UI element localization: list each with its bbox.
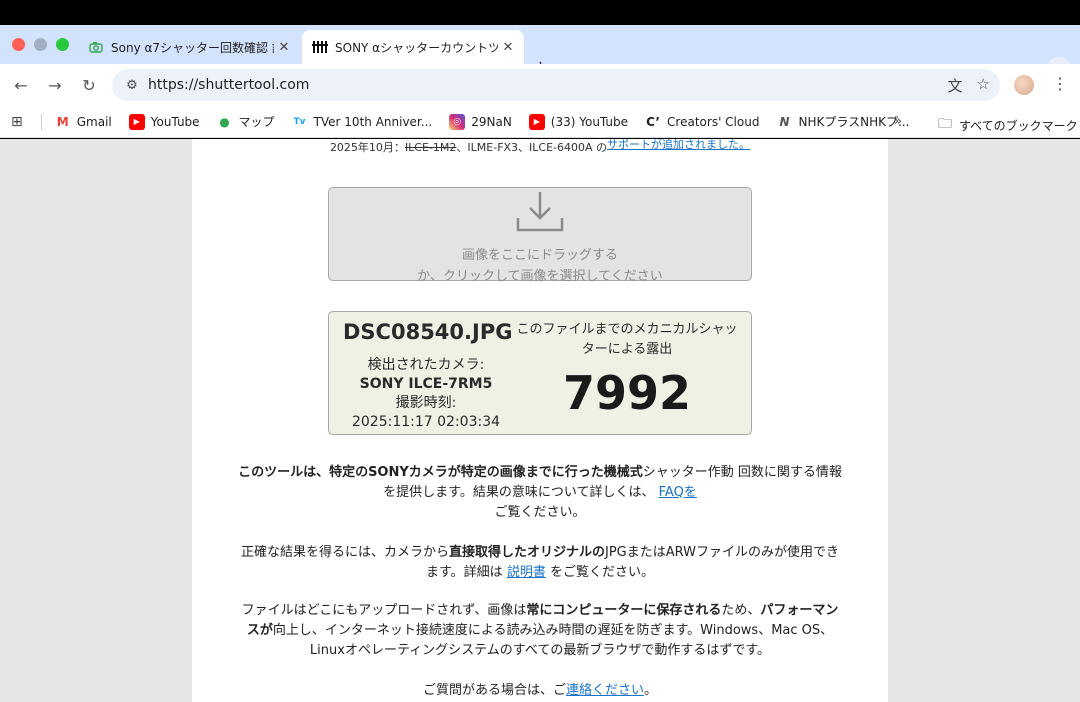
bookmark-gmail[interactable]: M Gmail <box>55 114 112 130</box>
profile-avatar[interactable] <box>1014 75 1034 95</box>
maps-icon: ● <box>219 114 230 129</box>
privacy-bold-1: 常にコンピューターに保存される <box>526 603 722 618</box>
close-window-button[interactable] <box>12 38 25 51</box>
tab-strip: Sony α7シャッター回数確認 調べ ✕ SONY αシャッターカウントツー … <box>0 25 1080 83</box>
bookmark-label: Creators' Cloud <box>667 114 760 129</box>
faq-link[interactable]: FAQを <box>659 485 697 500</box>
manual-link[interactable]: 説明書 <box>507 565 546 580</box>
screen-top-bar <box>0 0 1080 25</box>
dropzone-instruction-2: か、クリックして画像を選択してください <box>417 269 663 284</box>
forward-icon[interactable]: → <box>44 74 66 96</box>
update-notice: 2025年10月：ILCE-1M2、ILME-FX3、ILCE-6400A のサ… <box>192 139 888 155</box>
bookmark-29nan[interactable]: ◎ 29NaN <box>449 113 512 130</box>
gmail-icon: M <box>56 114 69 129</box>
bookmark-tver[interactable]: Tv TVer 10th Anniver... <box>292 114 433 130</box>
accuracy-paragraph: 正確な結果を得るには、カメラから直接取得したオリジナルのJPGまたはARWファイ… <box>236 543 844 583</box>
intro-bold: このツールは、特定のSONYカメラが特定の画像までに行った機械式 <box>238 465 643 480</box>
date-value: 2025:11:17 02:03:34 <box>351 414 501 430</box>
bookmark-nhk[interactable]: N NHKプラスNHKプ... <box>776 113 909 130</box>
apps-grid-icon[interactable]: ⊞ <box>11 114 23 130</box>
youtube-icon: ▶ <box>528 113 545 130</box>
notice-struck-model: ILCE-1M2 <box>404 141 457 154</box>
date-label: 撮影時刻: <box>395 395 457 411</box>
intro-tail: ご覧ください。 <box>494 505 586 520</box>
bookmark-label: YouTube <box>150 114 200 129</box>
translate-icon[interactable]: 文 <box>948 75 963 96</box>
tab-title: SONY αシャッターカウントツー <box>335 40 498 55</box>
bookmark-label: マップ <box>238 115 275 129</box>
tver-icon: Tv <box>293 116 306 127</box>
result-filename: DSC08540.JPG <box>343 320 513 344</box>
nhk-icon: N <box>779 114 790 129</box>
privacy-text-c: 向上し、インターネット接続速度による読み込み時間の遅延を防ぎます。Windows… <box>272 623 834 658</box>
contact-text-b: 。 <box>644 683 658 698</box>
tab-sony-search[interactable]: Sony α7シャッター回数確認 調べ ✕ <box>78 30 300 64</box>
page-content: 2025年10月：ILCE-1M2、ILME-FX3、ILCE-6400A のサ… <box>192 139 888 702</box>
bookmark-label: 29NaN <box>471 114 512 129</box>
privacy-text-a: ファイルはどこにもアップロードされず、画像は <box>241 603 527 618</box>
more-menu-icon[interactable]: ⋮ <box>1052 74 1068 93</box>
contact-link[interactable]: 連絡ください <box>566 683 644 698</box>
bookmarks-divider <box>40 113 42 130</box>
bookmark-label: Gmail <box>76 114 112 129</box>
download-icon <box>329 190 751 232</box>
shutter-count-value: 7992 <box>562 366 692 420</box>
browser-toolbar: ← → ↻ ⚙ https://shuttertool.com 文 ☆ ⋮ <box>0 64 1080 106</box>
image-dropzone[interactable]: 画像をここにドラッグする か、クリックして画像を選択してください <box>328 187 752 284</box>
contact-paragraph: ご質問がある場合は、ご連絡ください。 <box>236 681 844 701</box>
dropzone-instruction: 画像をここにドラッグする <box>461 248 618 263</box>
contact-text-a: ご質問がある場合は、ご <box>422 683 566 698</box>
camera-label: 検出されたカメラ: <box>367 357 485 373</box>
bookmark-youtube[interactable]: ▶ YouTube <box>128 113 200 130</box>
more-bookmarks-icon[interactable]: » <box>894 114 902 129</box>
intro-paragraph: このツールは、特定のSONYカメラが特定の画像までに行った機械式シャッター作動 … <box>236 463 844 523</box>
notice-date: 2025年10月： <box>329 141 405 154</box>
accuracy-bold: 直接取得したオリジナルの <box>448 545 605 560</box>
bookmark-youtube-33[interactable]: ▶ (33) YouTube <box>528 113 629 130</box>
bookmark-label: NHKプラスNHKプ... <box>798 115 910 129</box>
shutter-count-label: このファイルまでのメカニカルシャッターによる露出 <box>516 322 738 357</box>
address-bar[interactable]: ⚙ https://shuttertool.com 文 ☆ <box>112 69 1000 101</box>
youtube-icon: ▶ <box>128 113 145 130</box>
accuracy-text-a: 正確な結果を得るには、カメラから <box>240 545 449 560</box>
privacy-text-b: ため、 <box>721 603 761 618</box>
camera-icon <box>88 39 104 55</box>
instagram-icon: ◎ <box>449 113 466 130</box>
notice-link[interactable]: サポートが追加されました。 <box>607 139 750 151</box>
folder-icon: 🗀 <box>938 116 952 132</box>
reload-icon[interactable]: ↻ <box>78 74 100 96</box>
all-bookmarks-button[interactable]: 🗀 すべてのブックマーク <box>938 113 1078 137</box>
privacy-paragraph: ファイルはどこにもアップロードされず、画像は常にコンピューターに保存されるため、… <box>236 601 844 661</box>
bookmark-label: TVer 10th Anniver... <box>313 114 433 129</box>
notice-models: 、ILME-FX3、ILCE-6400A の <box>456 141 608 154</box>
shuttertool-logo-icon <box>312 39 328 55</box>
camera-model: SONY ILCE-7RM5 <box>359 376 493 392</box>
close-tab-icon[interactable]: ✕ <box>274 40 294 55</box>
result-card: DSC08540.JPG 検出されたカメラ: SONY ILCE-7RM5 撮影… <box>328 311 752 435</box>
tab-title: Sony α7シャッター回数確認 調べ <box>111 40 274 55</box>
close-tab-icon[interactable]: ✕ <box>498 40 518 55</box>
bookmark-star-icon[interactable]: ☆ <box>977 75 990 96</box>
bookmark-maps[interactable]: ● マップ <box>217 113 275 130</box>
back-icon[interactable]: ← <box>10 74 32 96</box>
bookmark-creators-cloud[interactable]: C’ Creators' Cloud <box>645 114 759 130</box>
accuracy-text-c: をご覧ください。 <box>549 565 654 580</box>
zoom-window-button[interactable] <box>56 38 69 51</box>
camera-info: 検出されたカメラ: SONY ILCE-7RM5 撮影時刻: 2025:11:1… <box>329 356 523 432</box>
all-bookmarks-label: すべてのブックマーク <box>959 118 1078 133</box>
bookmarks-bar: ⊞ M Gmail ▶ YouTube ● マップ Tv TVer 10th Anniv… <box>0 106 1080 138</box>
tab-shuttertool[interactable]: SONY αシャッターカウントツー ✕ <box>302 30 524 64</box>
minimize-window-button[interactable] <box>34 38 47 51</box>
site-settings-icon[interactable]: ⚙ <box>118 78 146 93</box>
bookmark-label: (33) YouTube <box>550 114 629 129</box>
creators-cloud-icon: C’ <box>646 114 660 129</box>
url-text[interactable]: https://shuttertool.com <box>148 77 309 93</box>
